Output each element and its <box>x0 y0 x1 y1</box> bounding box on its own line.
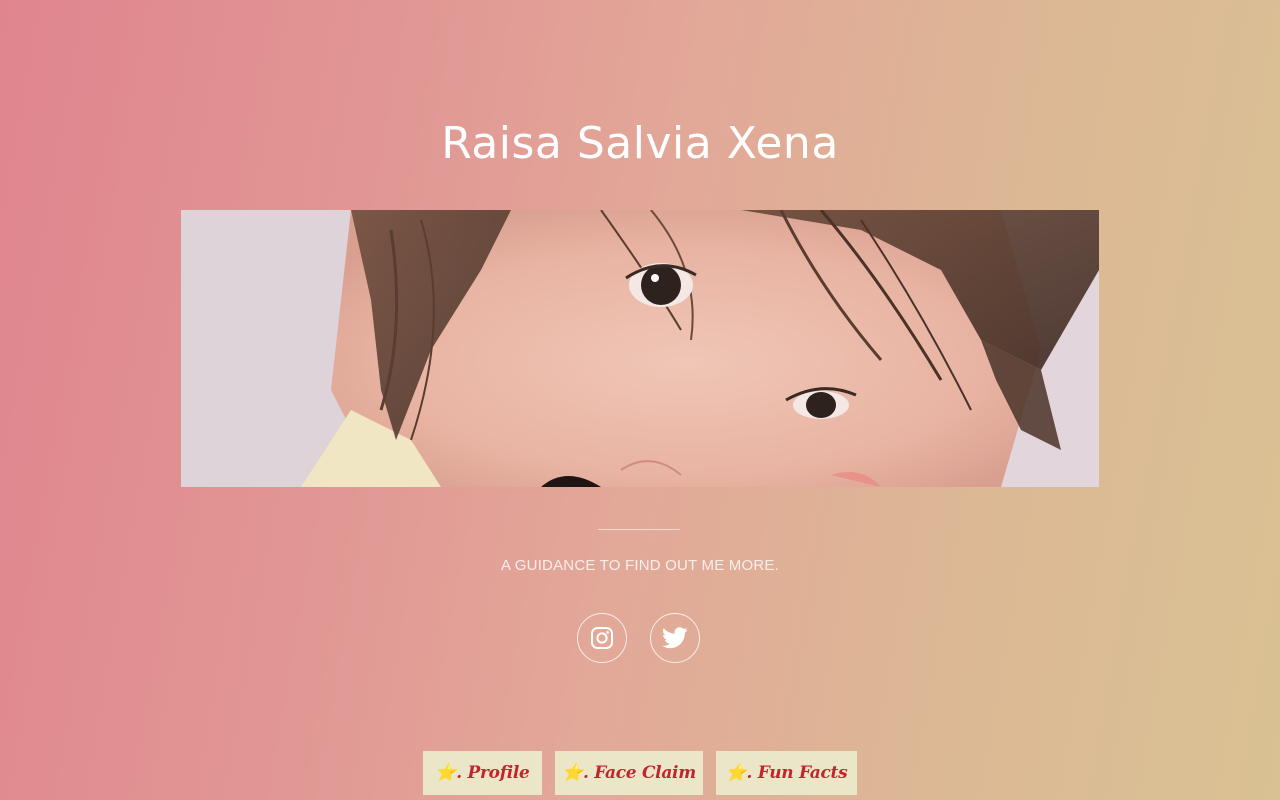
nav-button-profile[interactable]: ⭐. Profile <box>423 751 542 795</box>
twitter-icon <box>662 627 688 649</box>
page-title: Raisa Salvia Xena <box>441 118 839 169</box>
instagram-button[interactable] <box>577 613 627 663</box>
tagline: A GUIDANCE TO FIND OUT ME MORE. <box>501 557 779 574</box>
divider <box>598 529 680 530</box>
instagram-icon <box>591 627 613 649</box>
nav-button-face-claim[interactable]: ⭐. Face Claim <box>555 751 703 795</box>
nav-button-fun-facts[interactable]: ⭐. Fun Facts <box>716 751 857 795</box>
hero-image <box>181 210 1099 487</box>
twitter-button[interactable] <box>650 613 700 663</box>
